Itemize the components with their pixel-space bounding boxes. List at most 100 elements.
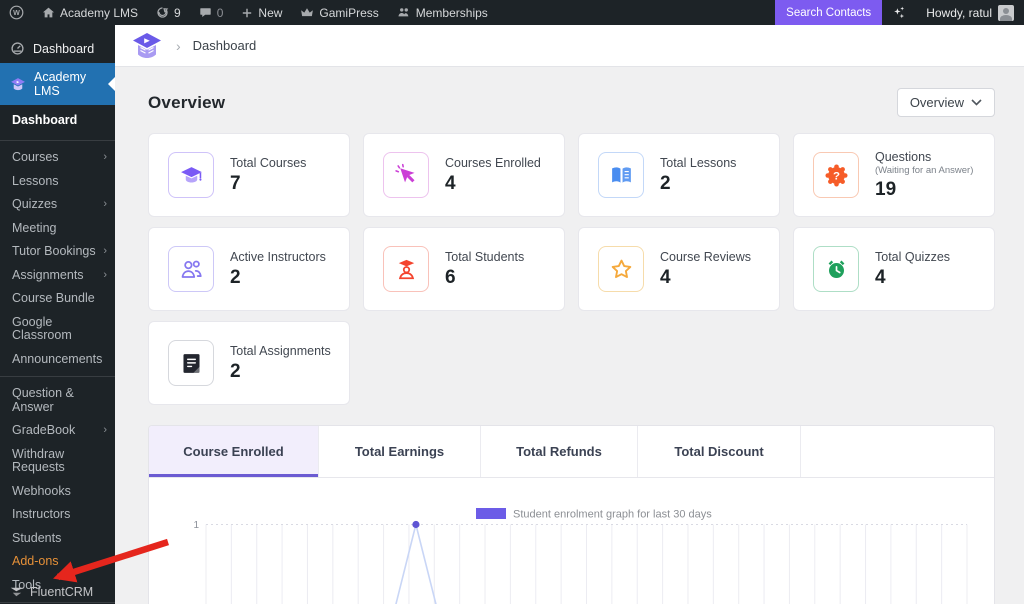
updates-menu[interactable]: 9 [147,0,190,25]
sidebar-item-course-bundle[interactable]: Course Bundle [0,287,115,311]
howdy-label: Howdy, ratul [926,6,992,20]
gamipress-menu[interactable]: GamiPress [291,0,387,25]
sidebar-item-label: Meeting [12,222,56,236]
sidebar-item-label: Google Classroom [12,316,107,343]
stat-card-questions: ?Questions(Waiting for an Answer)19 [793,133,995,217]
sidebar-item-academy-lms[interactable]: Academy LMS [0,63,115,105]
tab-course-enrolled[interactable]: Course Enrolled [149,426,319,477]
graduation-cap-icon [168,152,214,198]
submenu-chevron-icon: › [103,269,107,283]
stat-card-value: 2 [230,267,326,289]
sidebar-item-fluentcrm[interactable]: FluentCRM [0,577,115,604]
wordpress-admin-page: W Academy LMS 9 0 [0,0,1024,604]
updates-icon [156,6,169,19]
sidebar-item-meeting[interactable]: Meeting [0,217,115,241]
enrollment-chart: 1Student enrolment graph for last 30 day… [149,478,994,604]
sidebar-item-label: Dashboard [12,113,77,127]
submenu-chevron-icon: › [103,198,107,212]
sidebar-divider [0,140,115,141]
chevron-down-icon [971,99,982,106]
submenu-chevron-icon: › [103,245,107,259]
sidebar-item-students[interactable]: Students [0,527,115,551]
tab-total-earnings[interactable]: Total Earnings [319,426,481,477]
page-title: Overview [148,93,225,113]
stat-card-total-courses: Total Courses7 [148,133,350,217]
sidebar-item-google-classroom[interactable]: Google Classroom [0,311,115,348]
sidebar-item-label: Academy LMS [34,70,107,98]
sidebar-item-label: Dashboard [33,42,94,56]
wordpress-logo-icon: W [9,5,24,20]
svg-text:?: ? [833,170,840,182]
sidebar-divider [0,376,115,377]
sidebar-item-quizzes[interactable]: Quizzes› [0,193,115,217]
tab-total-discount[interactable]: Total Discount [638,426,801,477]
new-menu[interactable]: New [232,0,291,25]
stat-card-total-assignments: Total Assignments2 [148,321,350,405]
memberships-menu[interactable]: Memberships [388,0,497,25]
sidebar-item-assignments[interactable]: Assignments› [0,264,115,288]
sparkles-icon [891,5,907,21]
users-icon [168,246,214,292]
site-name-menu[interactable]: Academy LMS [33,0,147,25]
sidebar-item-label: Question & Answer [12,387,107,414]
stats-cards: Total Courses7Courses Enrolled4Total Les… [148,133,995,405]
enrollment-chart-area: 1Student enrolment graph for last 30 day… [149,478,994,604]
group-icon [397,6,411,19]
enrollment-peak-point [412,521,419,528]
sidebar-item-lessons[interactable]: Lessons [0,170,115,194]
sidebar-item-wp-dashboard[interactable]: Dashboard [0,34,115,63]
comment-bubble-icon [199,6,212,19]
tabs-filler [801,426,994,477]
stat-card-title: Active Instructors [230,250,326,264]
sidebar-item-label: Webhooks [12,485,71,499]
sidebar-item-instructors[interactable]: Instructors [0,503,115,527]
star-icon [598,246,644,292]
legend-swatch [476,508,506,519]
sidebar-item-withdraw-requests[interactable]: Withdraw Requests [0,443,115,480]
chart-gridlines [206,525,967,604]
comments-menu[interactable]: 0 [190,0,233,25]
sidebar-item-webhooks[interactable]: Webhooks [0,480,115,504]
sidebar-subitem-dashboard-current[interactable]: Dashboard [0,105,115,135]
sidebar-item-label: Add-ons [12,555,59,569]
assignment-note-icon [168,340,214,386]
sidebar-item-gradebook[interactable]: GradeBook› [0,419,115,443]
y-axis-tick-label: 1 [193,520,199,531]
chevron-right-icon: › [176,38,181,54]
memberships-label: Memberships [416,6,488,20]
plus-icon [241,7,253,19]
sparkles-menu[interactable] [882,0,916,25]
sidebar-item-label: Courses [12,151,59,165]
sidebar-item-add-ons[interactable]: Add-ons [0,550,115,574]
gamipress-label: GamiPress [319,6,378,20]
fluentcrm-icon [10,587,24,597]
sidebar-item-label: Students [12,532,61,546]
sidebar-item-label: Course Bundle [12,292,95,306]
sidebar-item-question-answer[interactable]: Question & Answer [0,382,115,419]
breadcrumb-page[interactable]: Dashboard [193,38,257,53]
sidebar-item-tutor-bookings[interactable]: Tutor Bookings› [0,240,115,264]
sidebar-item-courses[interactable]: Courses› [0,146,115,170]
new-label: New [258,6,282,20]
dashboard-content: Overview Overview Total Courses7Courses … [115,67,1024,604]
avatar [998,5,1014,21]
wp-logo-menu[interactable]: W [0,0,33,25]
updates-count: 9 [174,6,181,20]
academy-lms-logo [130,31,164,61]
question-badge-icon: ? [813,152,859,198]
sidebar-submenu: Courses›LessonsQuizzes›MeetingTutor Book… [0,146,115,604]
tab-total-refunds[interactable]: Total Refunds [481,426,638,477]
analytics-panel: Course EnrolledTotal EarningsTotal Refun… [148,425,995,604]
account-menu[interactable]: Howdy, ratul [916,5,1024,21]
stat-card-total-lessons: Total Lessons2 [578,133,780,217]
search-contacts-button[interactable]: Search Contacts [775,0,882,25]
admin-sidebar: Dashboard Academy LMS Dashboard Courses›… [0,25,115,604]
overview-dropdown[interactable]: Overview [897,88,995,117]
stat-card-value: 2 [660,173,736,195]
stat-card-value: 2 [230,361,331,383]
home-icon [42,6,55,19]
open-book-icon [598,152,644,198]
sidebar-item-announcements[interactable]: Announcements [0,348,115,372]
stat-card-value: 4 [445,173,541,195]
stat-card-title: Questions [875,150,973,164]
